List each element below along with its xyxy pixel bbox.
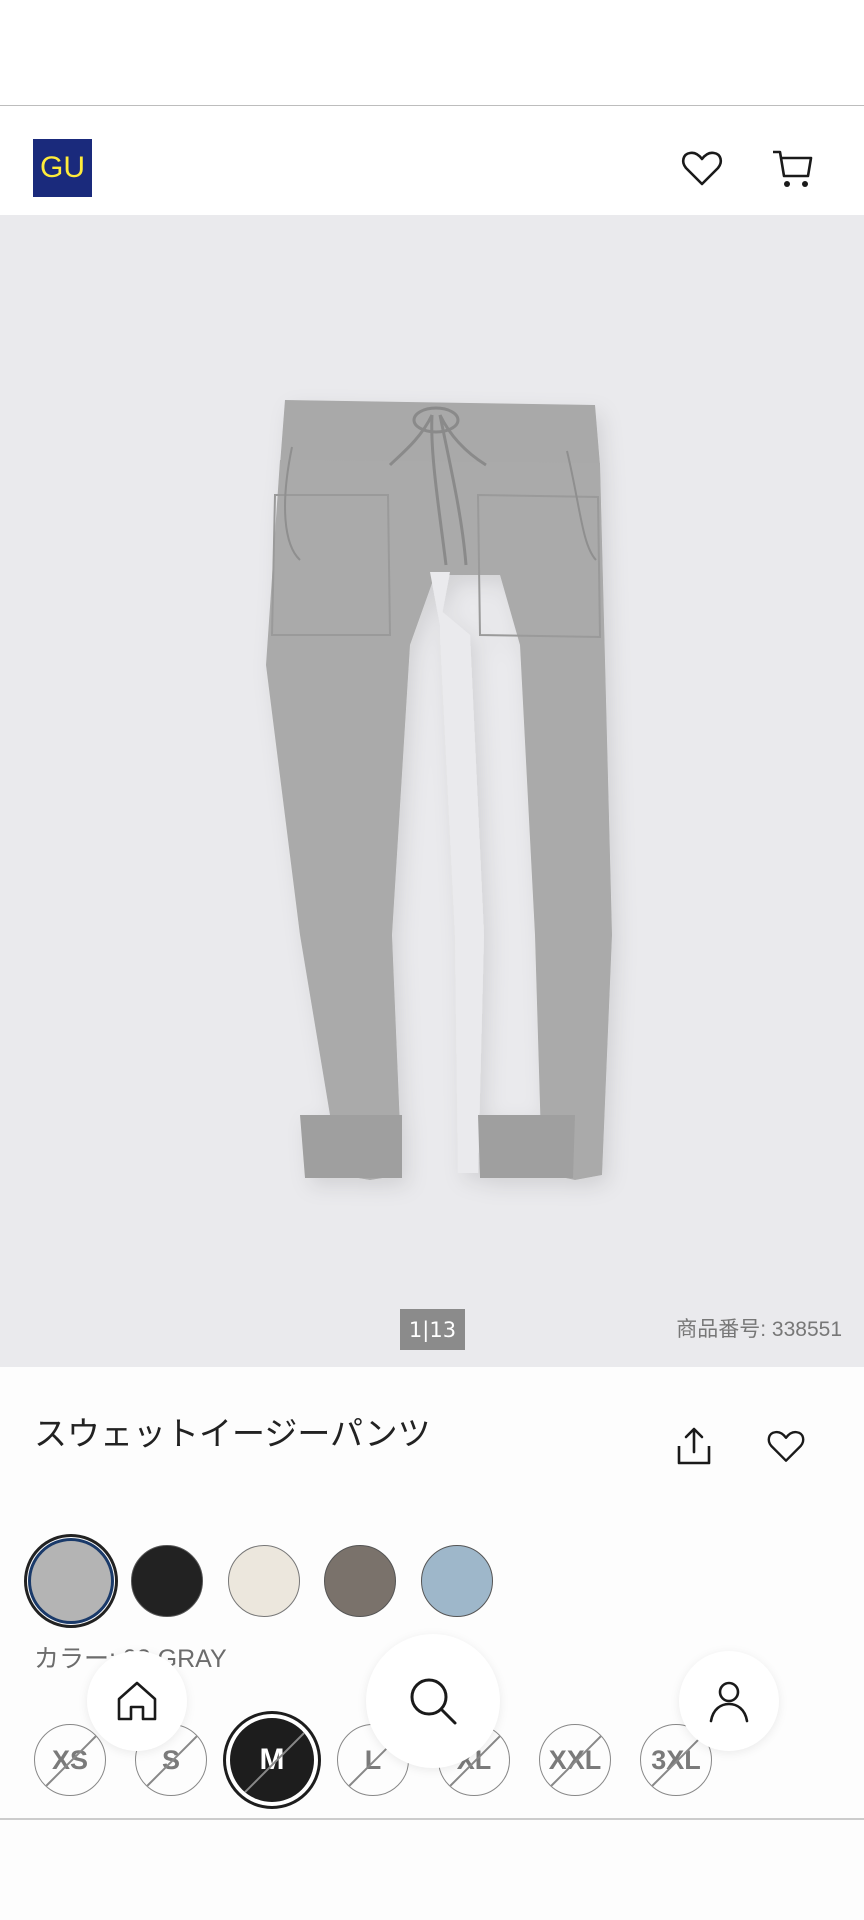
app-header bbox=[0, 106, 864, 215]
color-swatch-gray[interactable] bbox=[24, 1534, 118, 1628]
status-bar bbox=[0, 0, 864, 106]
favorite-icon[interactable] bbox=[763, 1424, 809, 1468]
logo-text: GU bbox=[40, 151, 85, 184]
home-icon bbox=[117, 1681, 157, 1721]
image-counter: 1|13 bbox=[400, 1309, 465, 1350]
heart-icon[interactable] bbox=[678, 144, 726, 192]
share-icon[interactable] bbox=[672, 1424, 716, 1468]
search-button[interactable] bbox=[366, 1634, 500, 1768]
color-swatch-off-white[interactable] bbox=[228, 1545, 300, 1617]
home-button[interactable] bbox=[87, 1651, 187, 1751]
product-title: スウェットイージーパンツ bbox=[34, 1414, 431, 1453]
size-m[interactable]: M bbox=[226, 1714, 318, 1806]
color-swatch-black[interactable] bbox=[131, 1545, 203, 1617]
product-image[interactable] bbox=[0, 215, 864, 1367]
account-button[interactable] bbox=[679, 1651, 779, 1751]
swatch-fill bbox=[28, 1538, 114, 1624]
size-xxl[interactable]: XXL bbox=[539, 1724, 611, 1796]
product-number: 商品番号: 338551 bbox=[676, 1318, 842, 1341]
bottom-divider bbox=[0, 1818, 864, 1820]
search-icon bbox=[410, 1678, 457, 1725]
cart-icon[interactable] bbox=[770, 144, 818, 192]
user-icon bbox=[709, 1681, 749, 1723]
gu-logo[interactable]: GU bbox=[33, 139, 92, 197]
color-swatch-brown[interactable] bbox=[324, 1545, 396, 1617]
size-xs[interactable]: XS bbox=[34, 1724, 106, 1796]
color-swatch-blue[interactable] bbox=[421, 1545, 493, 1617]
pants-illustration bbox=[266, 400, 612, 1180]
